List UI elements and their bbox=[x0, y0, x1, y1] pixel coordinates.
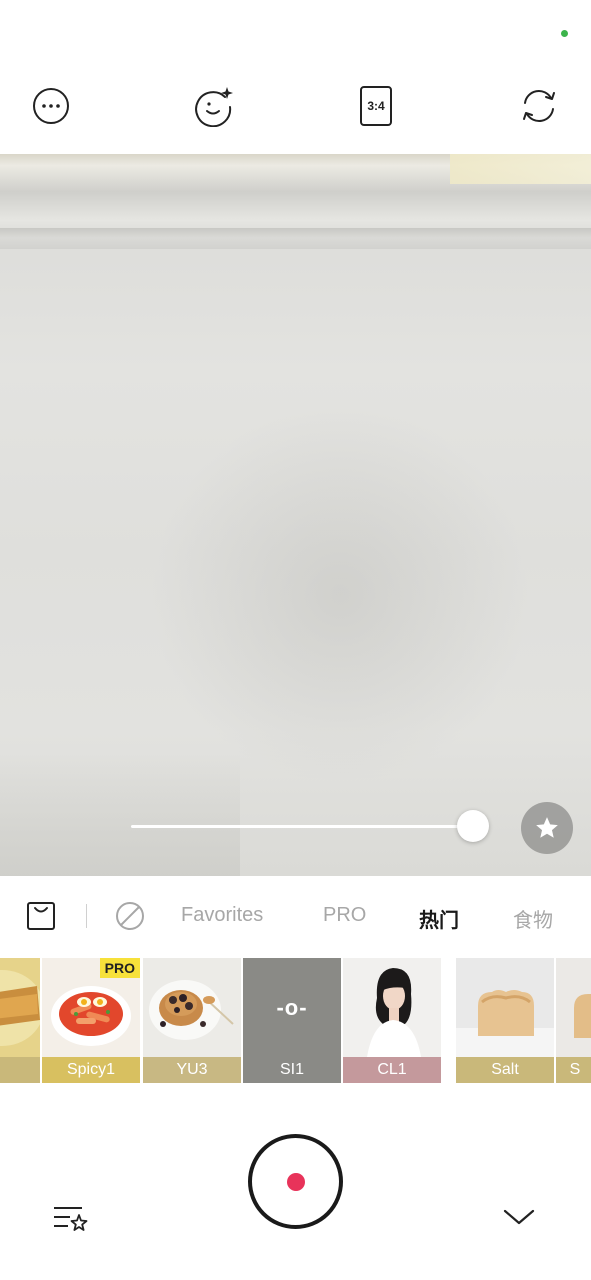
tab-pro[interactable]: PRO bbox=[323, 904, 366, 927]
filter-label-text: S bbox=[569, 1061, 581, 1078]
filter-thumbnail bbox=[456, 958, 554, 1057]
no-filter-button[interactable] bbox=[114, 900, 146, 932]
filter-item[interactable]: YU3 bbox=[143, 958, 241, 1083]
preview-scene-shadow bbox=[150, 404, 530, 784]
filter-item[interactable]: PRO Spicy1 bbox=[42, 958, 140, 1083]
filter-intensity-thumb[interactable] bbox=[457, 810, 489, 842]
filter-item-selected[interactable]: -o- SI1 bbox=[243, 958, 341, 1083]
tab-divider bbox=[86, 904, 87, 928]
more-options-button[interactable] bbox=[27, 82, 75, 130]
filter-strip: ese PRO Spicy1 YU3 bbox=[0, 958, 591, 1083]
list-star-icon bbox=[54, 1207, 88, 1231]
shopping-bag-icon bbox=[27, 902, 55, 930]
filter-label-text: CL1 bbox=[377, 1061, 407, 1078]
record-dot bbox=[286, 1172, 305, 1191]
filter-label: SI1 bbox=[243, 1057, 341, 1083]
switch-camera-button[interactable] bbox=[515, 82, 563, 130]
preview-scene-shade bbox=[0, 754, 240, 876]
filter-thumbnail: -o- bbox=[243, 958, 341, 1057]
filter-item[interactable]: S bbox=[556, 958, 591, 1083]
filter-label-text: Spicy1 bbox=[66, 1061, 116, 1078]
top-toolbar: 3:4 bbox=[0, 62, 591, 150]
filter-label: S bbox=[556, 1057, 591, 1083]
filter-adjust-icon: -o- bbox=[276, 994, 308, 1020]
shop-button[interactable] bbox=[25, 900, 57, 932]
bottom-controls bbox=[0, 1083, 591, 1280]
filter-thumbnail bbox=[0, 958, 40, 1057]
filter-thumbnail bbox=[343, 958, 441, 1057]
filter-label: CL1 bbox=[343, 1057, 441, 1083]
favorite-filter-button[interactable] bbox=[521, 802, 573, 854]
camera-preview[interactable] bbox=[0, 154, 591, 876]
filter-label-text: YU3 bbox=[176, 1061, 208, 1078]
switch-camera-icon bbox=[523, 89, 555, 123]
status-indicator-dot bbox=[561, 30, 568, 37]
preview-scene-light bbox=[450, 154, 591, 184]
filter-item[interactable]: Salt bbox=[456, 958, 554, 1083]
filter-thumbnail bbox=[556, 958, 591, 1057]
filter-label: Salt bbox=[456, 1057, 554, 1083]
no-filter-icon bbox=[116, 902, 144, 930]
filter-label-text: SI1 bbox=[279, 1061, 304, 1078]
filter-item[interactable]: ese bbox=[0, 958, 40, 1083]
filter-category-tabs: Favorites PRO 热门 食物 bbox=[0, 876, 591, 956]
preview-scene-ledge bbox=[0, 228, 591, 238]
filter-list-button[interactable] bbox=[48, 1197, 92, 1241]
tab-favorites[interactable]: Favorites bbox=[181, 904, 263, 927]
beauty-button[interactable] bbox=[190, 82, 238, 130]
aspect-ratio-button[interactable]: 3:4 bbox=[352, 82, 400, 130]
more-icon bbox=[33, 88, 69, 124]
filter-label: Spicy1 bbox=[42, 1057, 140, 1083]
filter-label-text: Salt bbox=[491, 1061, 519, 1078]
shutter-button[interactable] bbox=[248, 1134, 343, 1229]
filter-item[interactable]: CL1 bbox=[343, 958, 441, 1083]
aspect-ratio-label: 3:4 bbox=[367, 99, 385, 113]
collapse-filters-button[interactable] bbox=[497, 1195, 541, 1239]
filter-thumbnail bbox=[143, 958, 241, 1057]
star-icon bbox=[536, 817, 558, 838]
filter-label-text: ese bbox=[0, 1061, 19, 1079]
filter-label: YU3 bbox=[143, 1057, 241, 1083]
tab-food[interactable]: 食物 bbox=[513, 904, 553, 933]
chevron-down-icon bbox=[503, 1209, 535, 1225]
filter-intensity-slider[interactable] bbox=[131, 825, 461, 828]
filter-label: ese bbox=[0, 1057, 40, 1083]
face-sparkle-icon bbox=[195, 87, 233, 127]
tab-popular[interactable]: 热门 bbox=[419, 904, 459, 933]
pro-badge: PRO bbox=[99, 958, 140, 978]
